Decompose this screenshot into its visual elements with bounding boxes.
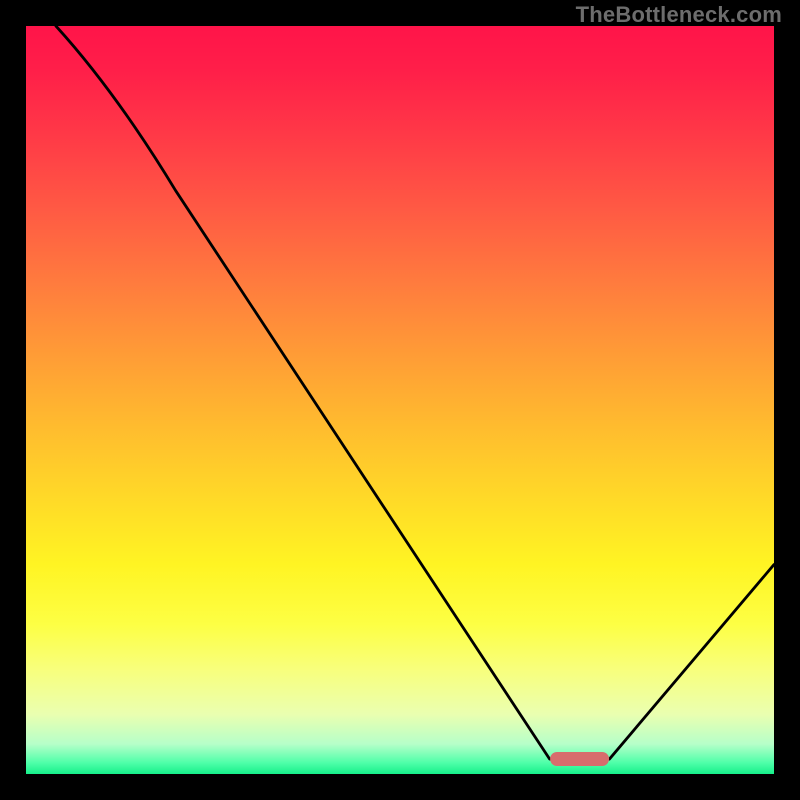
watermark-text: TheBottleneck.com <box>576 2 782 28</box>
chart-frame: TheBottleneck.com <box>0 0 800 800</box>
bottleneck-curve <box>26 26 774 774</box>
plot-area <box>26 26 774 774</box>
optimal-marker <box>550 752 610 766</box>
